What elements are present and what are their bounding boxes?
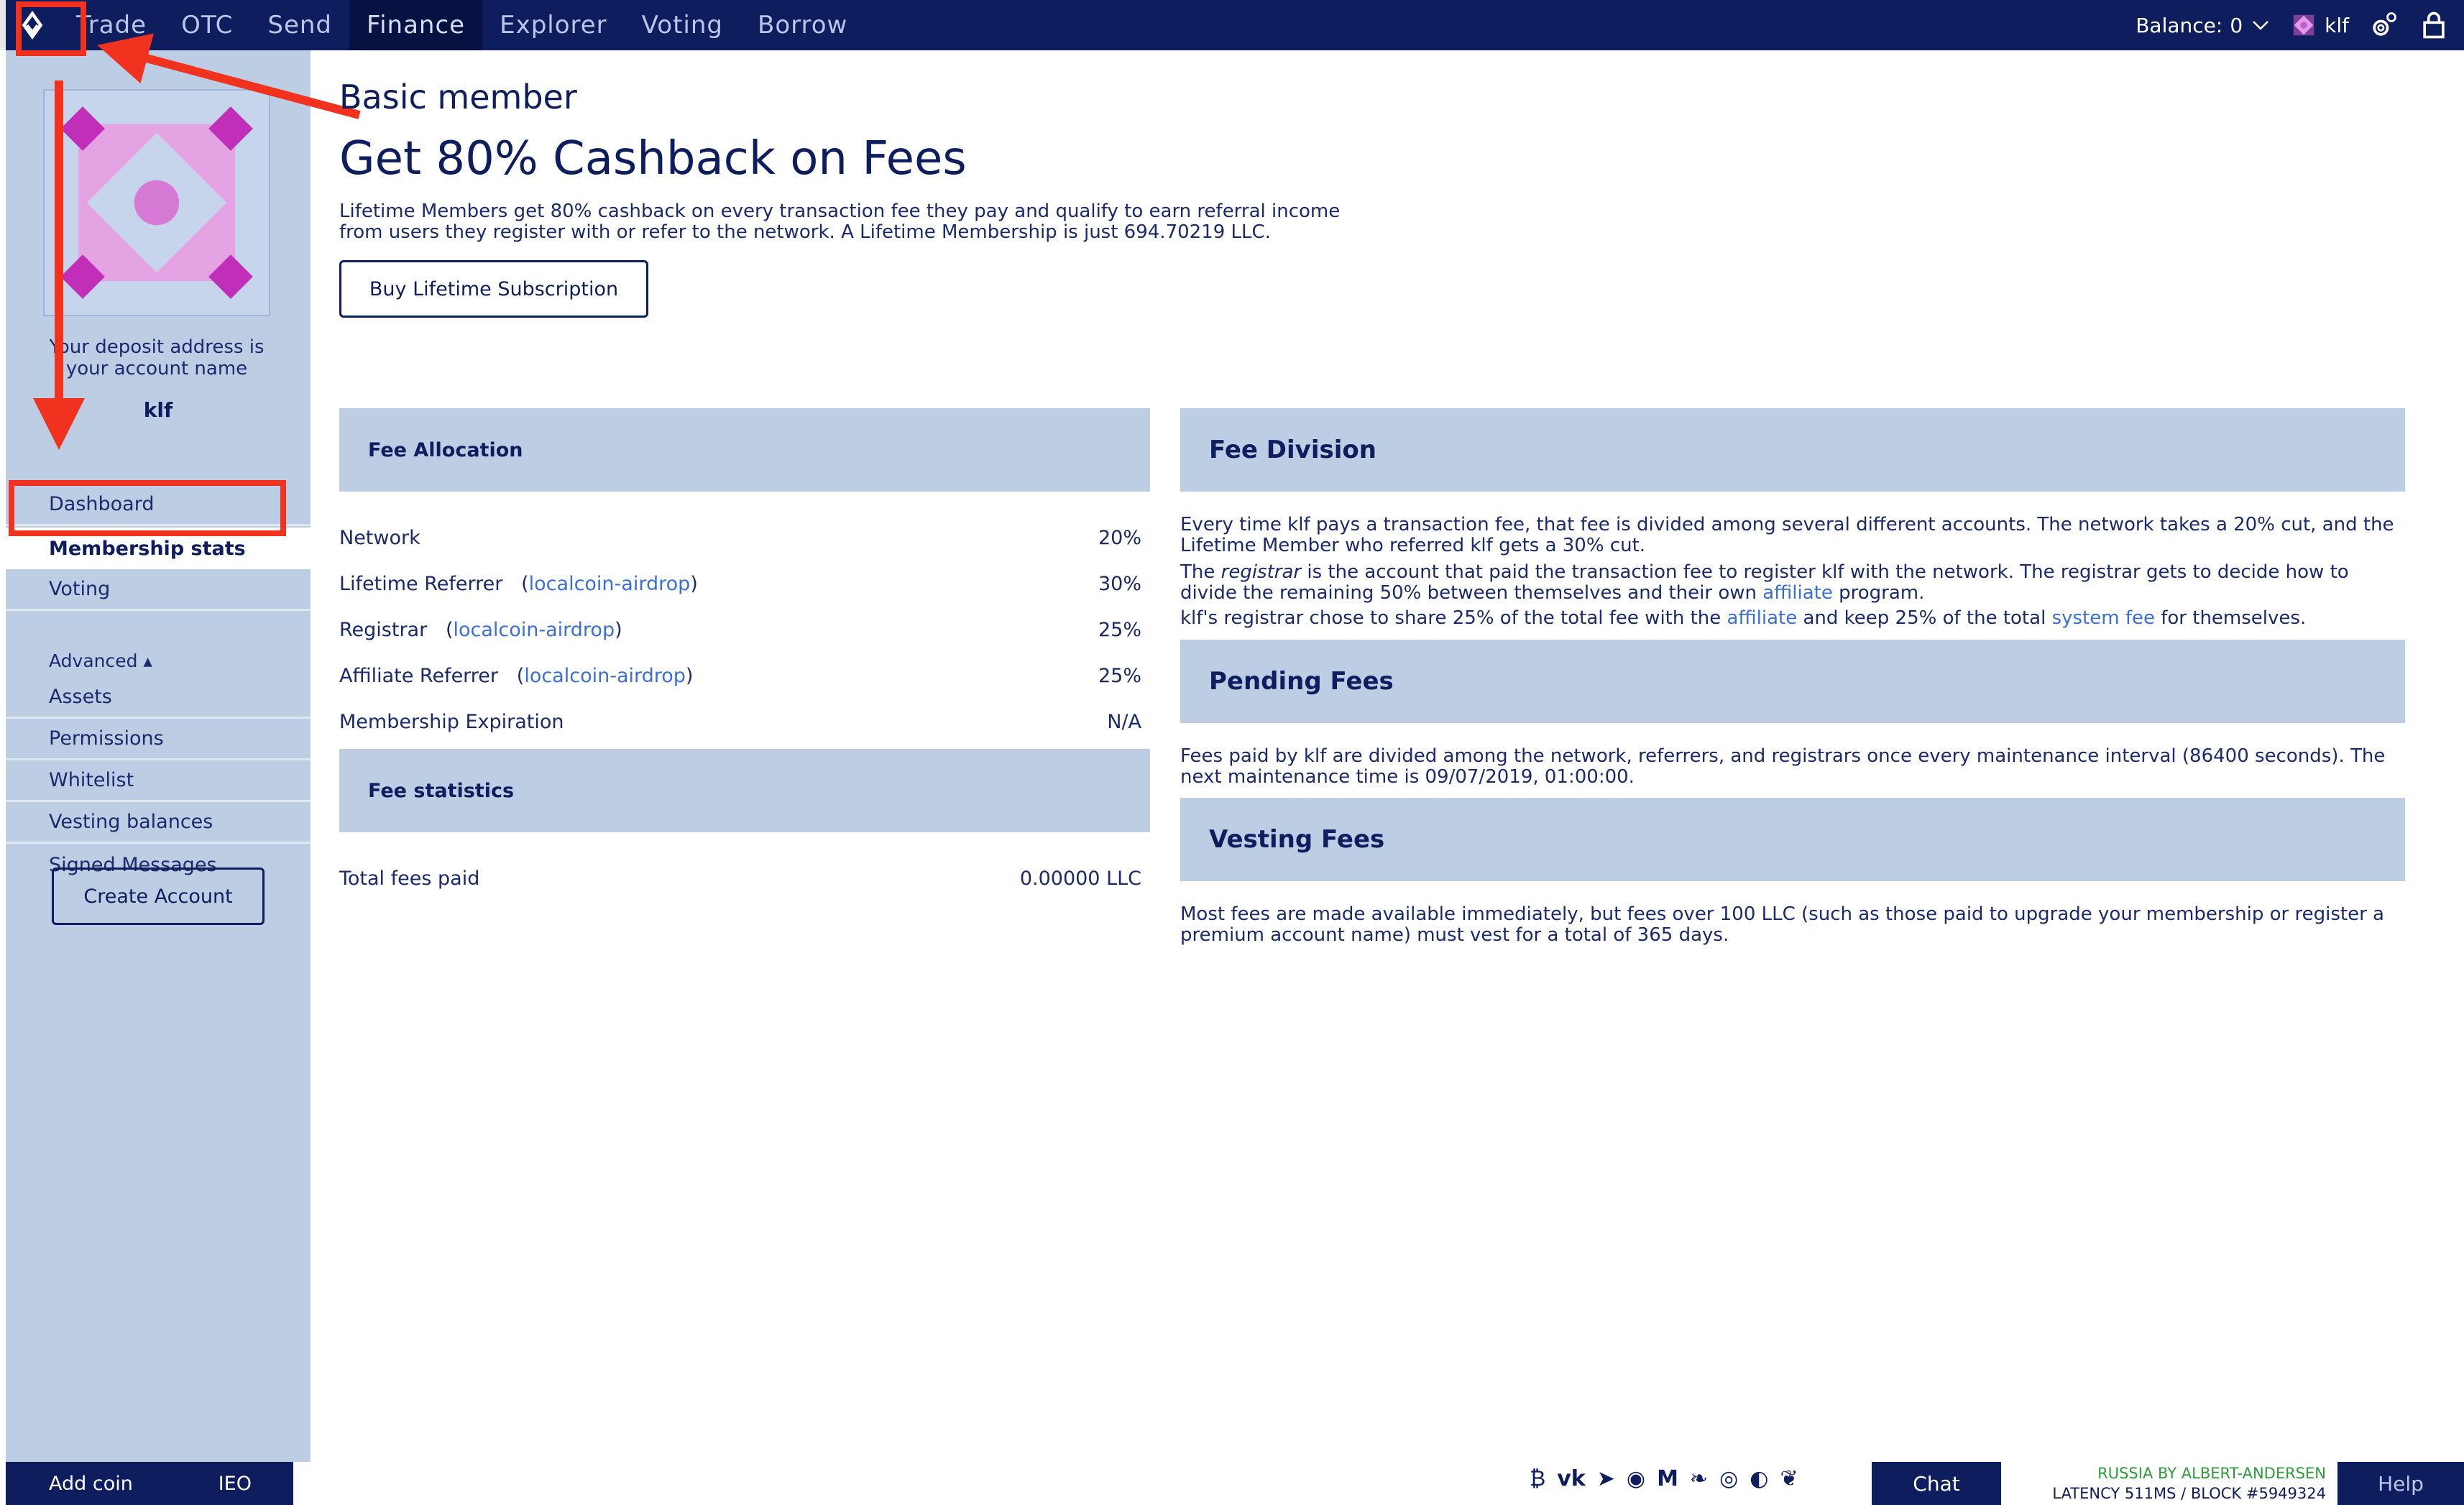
chat-button[interactable]: Chat bbox=[1872, 1462, 2001, 1505]
chevron-down-icon bbox=[2253, 21, 2269, 30]
membership-level: Basic member bbox=[339, 78, 577, 116]
membership-intro: Lifetime Members get 80% cashback on eve… bbox=[339, 201, 1341, 243]
fee-row-registrar: Registrar (localcoin-airdrop) 25% bbox=[339, 618, 1141, 641]
account-avatar-icon bbox=[2293, 14, 2314, 36]
nav-explorer[interactable]: Explorer bbox=[482, 0, 625, 50]
sidebar-item-voting[interactable]: Voting bbox=[6, 569, 311, 611]
fee-division-paragraph-2: The registrar is the account that paid t… bbox=[1180, 561, 2349, 604]
footer-left-bar: Add coin IEO bbox=[6, 1462, 293, 1505]
nav-borrow[interactable]: Borrow bbox=[740, 0, 865, 50]
registrar-link[interactable]: localcoin-airdrop bbox=[453, 619, 615, 641]
vesting-fees-title: Vesting Fees bbox=[1209, 825, 1385, 854]
pending-fees-title: Pending Fees bbox=[1209, 667, 1394, 696]
fee-division-header: Fee Division bbox=[1180, 408, 2405, 492]
system-fee-link[interactable]: system fee bbox=[2052, 607, 2155, 629]
reddit-icon[interactable]: ◎ bbox=[1719, 1466, 1738, 1491]
fee-division-paragraph-1: Every time klf pays a transaction fee, t… bbox=[1180, 514, 2394, 556]
sidebar-advanced-toggle[interactable]: Advanced ▴ bbox=[6, 640, 311, 681]
nav-voting[interactable]: Voting bbox=[625, 0, 740, 50]
fee-statistics-title: Fee statistics bbox=[368, 779, 515, 802]
fee-allocation-title: Fee Allocation bbox=[368, 438, 523, 461]
vesting-fees-header: Vesting Fees bbox=[1180, 798, 2405, 881]
total-fees-row: Total fees paid 0.00000 LLC bbox=[339, 867, 1141, 890]
lock-icon[interactable] bbox=[2418, 9, 2450, 41]
social-links: ₿ vk ➤ ◉ M ❧ ◎ ◐ ❦ bbox=[1530, 1466, 1798, 1491]
pending-fees-text: Fees paid by klf are divided among the n… bbox=[1180, 745, 2386, 788]
top-right-controls: Balance: 0 klf bbox=[2136, 9, 2464, 41]
sidebar-item-assets[interactable]: Assets bbox=[6, 677, 311, 719]
balance-value: 0 bbox=[2230, 13, 2243, 37]
create-account-button[interactable]: Create Account bbox=[52, 867, 265, 925]
medium-icon[interactable]: M bbox=[1657, 1466, 1678, 1491]
add-coin-button[interactable]: Add coin bbox=[49, 1473, 133, 1495]
fee-row-membership-expiration: Membership Expiration N/A bbox=[339, 710, 1141, 733]
twitter-icon[interactable]: ❦ bbox=[1780, 1466, 1798, 1491]
fee-division-paragraph-3: klf's registrar chose to share 25% of th… bbox=[1180, 607, 2307, 629]
account-name: klf bbox=[2325, 13, 2349, 37]
latency-block: LATENCY 511MS / BLOCK #5949324 bbox=[2052, 1485, 2326, 1502]
node-name: RUSSIA BY ALBERT-ANDERSEN bbox=[2097, 1465, 2326, 1482]
node-status[interactable]: RUSSIA BY ALBERT-ANDERSEN LATENCY 511MS … bbox=[2013, 1463, 2326, 1504]
page-title: Get 80% Cashback on Fees bbox=[339, 132, 967, 185]
steemit-icon[interactable]: ◐ bbox=[1750, 1466, 1768, 1491]
buy-lifetime-button[interactable]: Buy Lifetime Subscription bbox=[339, 260, 648, 318]
balance-label: Balance: bbox=[2136, 13, 2223, 37]
affiliate-referrer-link[interactable]: localcoin-airdrop bbox=[524, 665, 686, 687]
discord-icon[interactable]: ◉ bbox=[1627, 1466, 1645, 1491]
bird-icon[interactable]: ❧ bbox=[1690, 1466, 1708, 1491]
vk-icon[interactable]: vk bbox=[1557, 1466, 1586, 1491]
balance-dropdown[interactable]: Balance: 0 bbox=[2136, 14, 2271, 37]
bitcoin-icon[interactable]: ₿ bbox=[1530, 1466, 1545, 1491]
sidebar-item-permissions[interactable]: Permissions bbox=[6, 719, 311, 760]
fee-row-lifetime-referrer: Lifetime Referrer (localcoin-airdrop) 30… bbox=[339, 572, 1141, 595]
fee-row-affiliate-referrer: Affiliate Referrer (localcoin-airdrop) 2… bbox=[339, 664, 1141, 687]
settings-gear-icon[interactable] bbox=[2368, 9, 2399, 41]
fee-row-network: Network 20% bbox=[339, 526, 1141, 549]
sidebar-item-whitelist[interactable]: Whitelist bbox=[6, 760, 311, 802]
fee-allocation-header: Fee Allocation bbox=[339, 408, 1150, 492]
fee-statistics-header: Fee statistics bbox=[339, 749, 1150, 832]
affiliate-link[interactable]: affiliate bbox=[1762, 582, 1833, 604]
telegram-icon[interactable]: ➤ bbox=[1597, 1466, 1615, 1491]
ieo-button[interactable]: IEO bbox=[219, 1473, 252, 1495]
vesting-fees-text: Most fees are made available immediately… bbox=[1180, 903, 2384, 946]
pending-fees-header: Pending Fees bbox=[1180, 640, 2405, 723]
lifetime-referrer-link[interactable]: localcoin-airdrop bbox=[529, 573, 691, 595]
affiliate-link-2[interactable]: affiliate bbox=[1727, 607, 1798, 629]
fee-division-title: Fee Division bbox=[1209, 436, 1376, 464]
account-menu[interactable]: klf bbox=[2290, 11, 2349, 39]
sidebar-item-vesting-balances[interactable]: Vesting balances bbox=[6, 802, 311, 844]
help-button[interactable]: Help bbox=[2337, 1462, 2464, 1505]
